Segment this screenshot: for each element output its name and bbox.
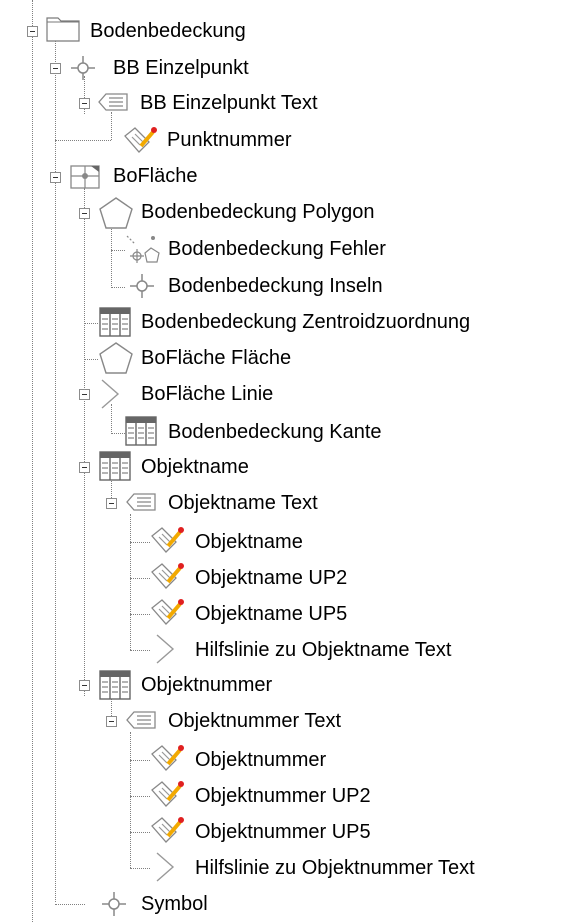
topology-icon xyxy=(70,165,100,189)
tree-item-label[interactable]: BB Einzelpunkt Text xyxy=(140,85,318,121)
tree-item-label[interactable]: Objektnummer xyxy=(195,742,326,778)
tree-item-label[interactable]: Hilfslinie zu Objektnummer Text xyxy=(195,850,475,886)
tree-item-label[interactable]: Objektname xyxy=(195,524,303,560)
tree-item-label[interactable]: Hilfslinie zu Objektname Text xyxy=(195,632,451,668)
collapse-toggle[interactable] xyxy=(79,98,90,109)
tree-line xyxy=(130,650,150,651)
annotation-class-icon xyxy=(151,599,184,625)
tree-line xyxy=(130,760,150,761)
annotation-class-icon xyxy=(151,527,184,553)
point-feature-icon xyxy=(71,56,95,80)
tree-line xyxy=(130,514,131,650)
table-icon xyxy=(99,670,131,700)
tree-line xyxy=(111,433,125,434)
tree-line xyxy=(111,112,112,140)
polygon-icon xyxy=(99,197,133,229)
tree-item-label[interactable]: Bodenbedeckung Zentroidzuordnung xyxy=(141,304,470,340)
tree-item-label[interactable]: Bodenbedeckung xyxy=(90,13,246,49)
tree-item-label[interactable]: Objektname xyxy=(141,449,249,485)
tree-line xyxy=(130,868,150,869)
line-feature-icon xyxy=(156,634,175,664)
polygon-icon xyxy=(99,342,133,374)
tree-line xyxy=(84,323,98,324)
annotation-class-icon xyxy=(124,127,157,153)
tree-item-label[interactable]: Bodenbedeckung Fehler xyxy=(168,231,386,267)
annotation-class-icon xyxy=(151,745,184,771)
table-icon xyxy=(99,307,131,337)
tree-item-label[interactable]: Punktnummer xyxy=(167,122,292,158)
tree-line xyxy=(111,250,125,251)
tree-item-label[interactable]: Bodenbedeckung Inseln xyxy=(168,268,383,304)
tree-item-label[interactable]: Bodenbedeckung Polygon xyxy=(141,194,375,230)
tree-item-label[interactable]: Objektname UP2 xyxy=(195,560,347,596)
tree-item-label[interactable]: Objektnummer Text xyxy=(168,703,341,739)
tree-item-label[interactable]: Objektnummer UP2 xyxy=(195,778,371,814)
table-icon xyxy=(125,416,157,446)
tree-line xyxy=(55,40,56,902)
line-feature-icon xyxy=(156,852,175,882)
tree-line xyxy=(130,614,150,615)
text-table-icon xyxy=(126,493,156,511)
tree-item-label[interactable]: Bodenbedeckung Kante xyxy=(168,414,382,450)
collapse-toggle[interactable] xyxy=(79,389,90,400)
collapse-toggle[interactable] xyxy=(27,26,38,37)
annotation-class-icon xyxy=(151,781,184,807)
text-table-icon xyxy=(98,93,128,111)
tree-line xyxy=(130,832,150,833)
tree-line xyxy=(55,904,85,905)
tree-item-label[interactable]: BoFläche xyxy=(113,158,198,194)
tree-line xyxy=(111,287,125,288)
tree-item-label[interactable]: Symbol xyxy=(141,886,208,922)
collapse-toggle[interactable] xyxy=(79,208,90,219)
collapse-toggle[interactable] xyxy=(79,680,90,691)
collapse-toggle[interactable] xyxy=(106,498,117,509)
tree-item-label[interactable]: BoFläche Linie xyxy=(141,376,273,412)
collapse-toggle[interactable] xyxy=(50,63,61,74)
tree-item-label[interactable]: BoFläche Fläche xyxy=(141,340,291,376)
tree-line xyxy=(84,359,98,360)
collapse-toggle[interactable] xyxy=(106,716,117,727)
tree-item-label[interactable]: Objektnummer xyxy=(141,667,272,703)
collapse-toggle[interactable] xyxy=(50,172,61,183)
tree-line xyxy=(32,0,33,922)
annotation-class-icon xyxy=(151,817,184,843)
tree-item-label[interactable]: Objektname Text xyxy=(168,485,318,521)
point-feature-icon xyxy=(102,892,126,916)
error-feature-icon xyxy=(126,235,160,263)
point-feature-icon xyxy=(130,274,154,298)
tree-line xyxy=(130,542,150,543)
layer-tree: Bodenbedeckung BB Einzelpunkt BB Einzelp… xyxy=(0,0,578,922)
tree-item-label[interactable]: Objektnummer UP5 xyxy=(195,814,371,850)
tree-line xyxy=(84,188,85,696)
text-table-icon xyxy=(126,711,156,729)
tree-item-label[interactable]: Objektname UP5 xyxy=(195,596,347,632)
tree-item-label[interactable]: BB Einzelpunkt xyxy=(113,50,249,86)
tree-line xyxy=(130,796,150,797)
collapse-toggle[interactable] xyxy=(79,462,90,473)
annotation-class-icon xyxy=(151,563,184,589)
tree-line xyxy=(130,578,150,579)
tree-line xyxy=(111,222,112,288)
folder-icon xyxy=(46,17,80,42)
tree-line xyxy=(55,140,111,141)
table-icon xyxy=(99,451,131,481)
tree-line xyxy=(130,732,131,868)
line-feature-icon xyxy=(101,379,120,409)
